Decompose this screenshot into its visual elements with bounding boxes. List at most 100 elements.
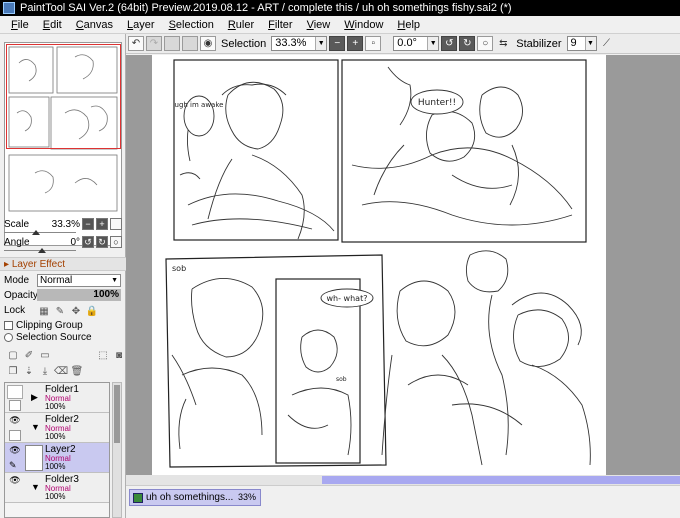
layer-mask-icon[interactable]: ⬚	[96, 348, 110, 362]
bubble-2-text: Hunter!!	[418, 98, 456, 108]
blend-mode-value: Normal	[40, 275, 73, 286]
menu-bar: File Edit Canvas Layer Selection Ruler F…	[0, 16, 680, 34]
clipping-group-toggle[interactable]: Clipping Group	[4, 320, 83, 331]
lock-move-icon[interactable]: ✥	[69, 304, 83, 318]
sfx-sob-2: sob	[336, 376, 347, 383]
rotate-ccw-icon[interactable]: ↺	[82, 236, 94, 248]
pen-pressure-icon[interactable]: ⟋	[599, 36, 615, 51]
zoom-out-button[interactable]: −	[82, 218, 94, 230]
redo-icon[interactable]: ↷	[146, 36, 162, 51]
clipping-group-checkbox[interactable]	[4, 320, 13, 330]
selection-source-radio[interactable]	[4, 332, 13, 342]
layer-effect-header[interactable]: ▸ Layer Effect	[0, 257, 126, 271]
selection-source-toggle[interactable]: Selection Source	[4, 332, 92, 343]
lock-all-icon[interactable]: 🔒	[85, 304, 99, 318]
merge-down-icon[interactable]: ⤓	[38, 364, 52, 378]
invert-selection-button[interactable]	[182, 36, 198, 51]
blend-mode-select[interactable]: Normal ▼	[37, 274, 121, 287]
menu-ruler[interactable]: Ruler	[221, 19, 261, 31]
transfer-down-icon[interactable]: ⇣	[22, 364, 36, 378]
deselect-button[interactable]	[164, 36, 180, 51]
layer-thumbnail	[25, 445, 43, 471]
comic-artwork: ugh im awake Hunter!! sob wh- what? sob	[165, 59, 591, 468]
menu-filter[interactable]: Filter	[261, 19, 299, 31]
copy-layer-icon[interactable]: ❐	[6, 364, 20, 378]
lock-transparency-icon[interactable]: ▦	[37, 304, 51, 318]
chevron-down-icon: ▼	[584, 37, 596, 50]
clear-layer-icon[interactable]: ⌫	[54, 364, 68, 378]
rotate-cw-icon[interactable]: ↻	[96, 236, 108, 248]
layer-row-folder3[interactable]: 👁 ▼ Folder3 Normal 100%	[5, 473, 109, 503]
flip-horizontal-icon[interactable]: ⇆	[495, 36, 511, 51]
eye-icon[interactable]: 👁	[7, 475, 23, 489]
selection-checkbox[interactable]	[9, 430, 21, 441]
new-folder-icon[interactable]: ▭	[38, 348, 52, 362]
eye-icon[interactable]: 👁	[7, 445, 23, 459]
chevron-down-icon: ▼	[315, 37, 327, 50]
lock-paint-icon[interactable]: ✎	[53, 304, 67, 318]
opacity-slider[interactable]: 100%	[37, 289, 121, 301]
canvas-horizontal-scrollbar[interactable]	[126, 475, 680, 485]
stabilizer-select[interactable]: 9 ▼	[566, 36, 597, 51]
layer-row-folder2[interactable]: 👁 ▼ Folder2 Normal 100%	[5, 413, 109, 443]
trash-icon[interactable]: 🗑	[70, 364, 84, 378]
stabilizer-value: 9	[570, 37, 577, 49]
stabilizer-label: Stabilizer	[516, 37, 562, 50]
angle-slider[interactable]	[4, 246, 76, 253]
document-tab[interactable]: uh oh somethings... 33%	[129, 489, 261, 506]
selection-checkbox[interactable]	[9, 400, 21, 411]
navigator-thumbnail[interactable]	[4, 42, 122, 246]
scale-slider[interactable]	[4, 228, 76, 235]
menu-help[interactable]: Help	[390, 19, 427, 31]
rotate-reset-icon[interactable]: ○	[110, 236, 122, 248]
document-name: uh oh somethings...	[146, 492, 234, 503]
rotate-cw-icon[interactable]: ↻	[459, 36, 476, 51]
folder-collapse-icon[interactable]: ▼	[31, 422, 40, 432]
canvas-page[interactable]: ugh im awake Hunter!! sob wh- what? sob	[152, 55, 606, 476]
document-zoom: 33%	[237, 492, 256, 502]
undo-icon[interactable]: ↶	[128, 36, 144, 51]
menu-canvas[interactable]: Canvas	[69, 19, 120, 31]
zoom-in-button[interactable]: +	[347, 36, 364, 51]
rotate-ccw-icon[interactable]: ↺	[441, 36, 458, 51]
apply-mask-icon[interactable]: ◙	[112, 348, 126, 362]
selection-label: Selection	[221, 37, 267, 50]
zoom-in-button[interactable]: +	[96, 218, 108, 230]
status-bar: uh oh somethings... 33%	[126, 485, 680, 518]
rotation-select[interactable]: 0.0° ▼	[393, 36, 440, 51]
folder-expand-icon[interactable]: ▶	[31, 392, 38, 403]
menu-selection[interactable]: Selection	[162, 19, 221, 31]
scrollbar-thumb[interactable]	[114, 385, 120, 443]
chevron-down-icon: ▼	[427, 37, 439, 50]
layer-row-layer2[interactable]: 👁 ✎ Layer2 Normal 100%	[5, 443, 109, 473]
folder-collapse-icon[interactable]: ▼	[31, 482, 40, 492]
document-icon	[133, 493, 143, 503]
scrollbar-thumb[interactable]	[322, 476, 680, 484]
zoom-out-button[interactable]: −	[329, 36, 346, 51]
menu-window[interactable]: Window	[337, 19, 390, 31]
layer-list-scrollbar[interactable]	[112, 382, 122, 518]
layer-actions-row-2: ❐ ⇣ ⤓ ⌫ 🗑	[6, 364, 84, 378]
angle-slider-knob[interactable]	[38, 248, 46, 253]
panel-2	[341, 59, 587, 243]
menu-layer[interactable]: Layer	[120, 19, 162, 31]
visibility-checkbox[interactable]	[7, 385, 23, 399]
navigator-viewport-frame[interactable]	[6, 44, 121, 149]
zoom-select[interactable]: 33.3% ▼	[271, 36, 328, 51]
eye-icon[interactable]: ◉	[200, 36, 216, 51]
rotate-reset-icon[interactable]: ○	[477, 36, 494, 51]
menu-file[interactable]: File	[4, 19, 36, 31]
menu-view[interactable]: View	[300, 19, 338, 31]
menu-edit[interactable]: Edit	[36, 19, 69, 31]
zoom-reset-button[interactable]: ▫	[365, 36, 382, 51]
zoom-reset-button[interactable]	[110, 218, 122, 230]
layer-row-folder1[interactable]: ▶ Folder1 Normal 100%	[5, 383, 109, 413]
pen-icon[interactable]: ✎	[9, 460, 17, 471]
bubble-1-text: ugh im awake	[175, 101, 224, 109]
canvas-area[interactable]: ugh im awake Hunter!! sob wh- what? sob	[126, 55, 680, 485]
app-icon	[3, 2, 15, 14]
new-layer-icon[interactable]: ▢	[6, 348, 20, 362]
new-linework-layer-icon[interactable]: ✐	[22, 348, 36, 362]
panel-1	[173, 59, 339, 241]
eye-icon[interactable]: 👁	[7, 415, 23, 429]
